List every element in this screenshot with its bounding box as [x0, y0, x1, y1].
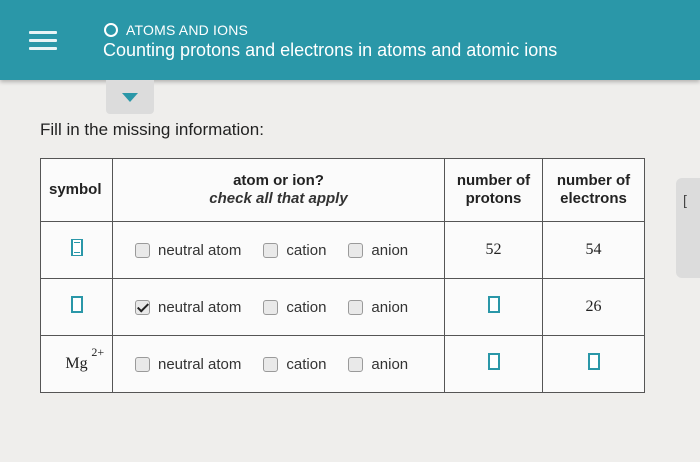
anion-option[interactable]: anion	[348, 299, 408, 316]
header-electrons-line1: number of	[556, 172, 631, 189]
header-protons: number of protons	[444, 158, 543, 222]
table-header-row: symbol atom or ion? check all that apply…	[40, 158, 645, 222]
cation-label: cation	[286, 298, 327, 316]
page-title: Counting protons and electrons in atoms …	[103, 40, 558, 60]
atom-or-ion-cell: neutral atom cation anion	[112, 278, 445, 336]
neutral-atom-checkbox[interactable]	[135, 356, 150, 372]
symbol-element: Mg	[65, 355, 88, 372]
info-table: symbol atom or ion? check all that apply…	[40, 158, 645, 393]
anion-checkbox[interactable]	[348, 242, 364, 258]
protons-cell	[444, 335, 543, 393]
symbol-cell	[40, 221, 113, 279]
cation-option[interactable]: cation	[263, 242, 326, 259]
neutral-atom-option[interactable]: neutral atom	[135, 356, 241, 373]
hamburger-menu-icon	[29, 30, 57, 34]
symbol-value: Mg 2+	[65, 345, 104, 373]
cation-option[interactable]: cation	[263, 299, 326, 316]
neutral-atom-label: neutral atom	[158, 355, 242, 373]
dropdown-toggle[interactable]	[106, 80, 154, 114]
header-electrons: number of electrons	[542, 158, 645, 222]
neutral-atom-option[interactable]: neutral atom	[135, 242, 241, 259]
neutral-atom-label: neutral atom	[158, 241, 242, 259]
electrons-value: 54	[542, 221, 645, 279]
anion-checkbox[interactable]	[348, 356, 364, 372]
neutral-atom-checkbox[interactable]	[135, 242, 150, 258]
table-row: neutral atom cation anion 26	[40, 278, 645, 336]
top-header: ATOMS AND IONS Counting protons and elec…	[0, 0, 700, 80]
cation-label: cation	[286, 355, 327, 373]
cation-option[interactable]: cation	[263, 356, 326, 373]
electrons-value: 26	[542, 278, 645, 336]
instruction-text: Fill in the missing information:	[40, 120, 264, 139]
anion-label: anion	[371, 298, 409, 316]
header-atom-or-ion: atom or ion? check all that apply	[112, 158, 445, 222]
cation-checkbox[interactable]	[263, 356, 279, 372]
header-atom-or-ion-title: atom or ion?	[233, 172, 324, 189]
topic-label: ATOMS AND IONS	[126, 22, 249, 38]
anion-checkbox[interactable]	[348, 299, 364, 315]
symbol-cell	[40, 278, 113, 336]
table-row: Mg 2+ neutral atom cation anion	[40, 335, 645, 393]
protons-value: 52	[444, 221, 543, 279]
header-protons-line2: protons	[465, 190, 522, 207]
cation-checkbox[interactable]	[263, 299, 279, 315]
header-symbol: symbol	[40, 158, 113, 222]
table-row: neutral atom cation anion 52 54	[40, 221, 645, 279]
neutral-atom-option[interactable]: neutral atom	[135, 299, 241, 316]
triangle-down-icon	[122, 92, 138, 102]
protons-input[interactable]	[487, 353, 500, 370]
protons-cell	[444, 278, 543, 336]
neutral-atom-label: neutral atom	[158, 298, 242, 316]
atom-or-ion-cell: neutral atom cation anion	[112, 335, 445, 393]
header-electrons-line2: electrons	[560, 190, 627, 207]
header-protons-line1: number of	[456, 172, 531, 189]
protons-input[interactable]	[487, 296, 500, 313]
menu-button[interactable]	[0, 0, 86, 80]
circle-icon	[104, 23, 118, 37]
symbol-input[interactable]	[70, 296, 83, 313]
electrons-cell	[542, 335, 645, 393]
electrons-input[interactable]	[587, 353, 600, 370]
cation-label: cation	[286, 241, 327, 259]
symbol-cell: Mg 2+	[40, 335, 113, 393]
symbol-charge: 2+	[91, 345, 105, 359]
anion-option[interactable]: anion	[348, 356, 408, 373]
anion-option[interactable]: anion	[348, 242, 408, 259]
cation-checkbox[interactable]	[263, 242, 279, 258]
neutral-atom-checkbox[interactable]	[135, 299, 150, 315]
anion-label: anion	[371, 241, 409, 259]
topic-line: ATOMS AND IONS	[104, 20, 248, 40]
anion-label: anion	[371, 355, 409, 373]
symbol-input[interactable]	[70, 239, 83, 256]
header-atom-or-ion-subtitle: check all that apply	[209, 190, 348, 207]
bracket-icon: [	[683, 192, 687, 208]
atom-or-ion-cell: neutral atom cation anion	[112, 221, 445, 279]
side-panel-tab[interactable]	[676, 178, 700, 278]
